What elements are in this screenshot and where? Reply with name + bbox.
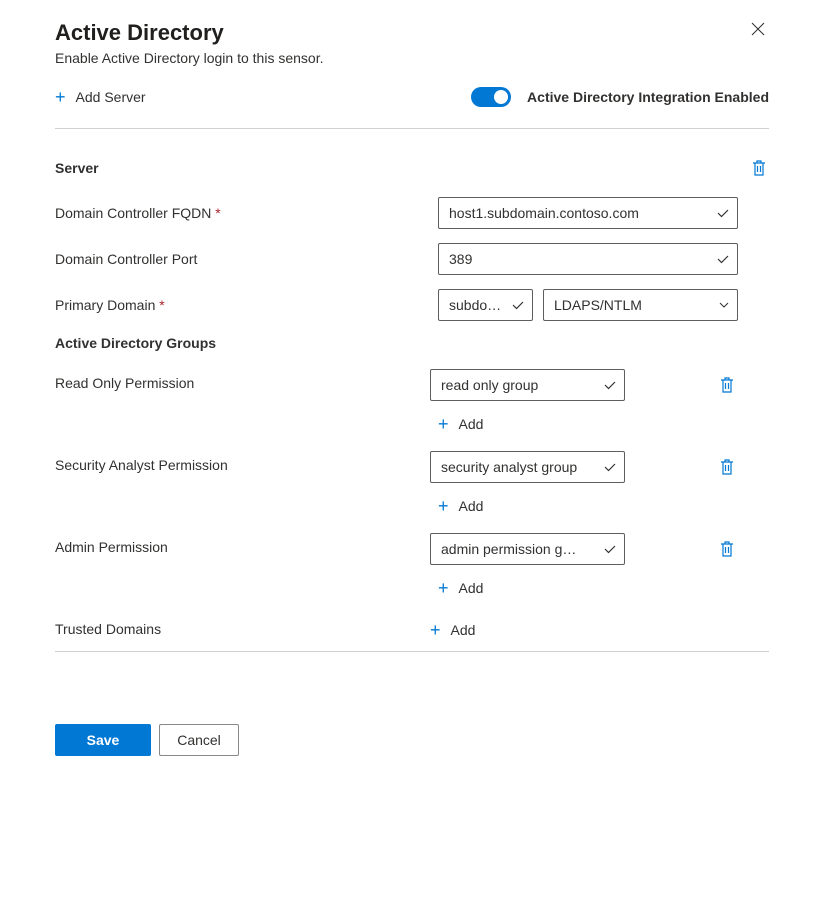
admin-group-value: admin permission g… <box>441 541 576 557</box>
plus-icon: + <box>438 497 449 515</box>
delete-read-only-group-button[interactable] <box>717 374 737 396</box>
delete-admin-group-button[interactable] <box>717 538 737 560</box>
plus-icon: + <box>430 621 441 639</box>
server-section-title: Server <box>55 160 99 176</box>
integration-toggle-label: Active Directory Integration Enabled <box>527 89 769 105</box>
analyst-group-input[interactable]: security analyst group <box>430 451 625 483</box>
trash-icon <box>719 376 735 394</box>
close-button[interactable] <box>747 18 769 45</box>
add-server-label: Add Server <box>76 89 146 105</box>
add-label: Add <box>459 580 484 596</box>
port-input[interactable]: 389 <box>438 243 738 275</box>
primary-domain-label: Primary Domain <box>55 297 430 313</box>
fqdn-value: host1.subdomain.contoso.com <box>449 205 639 221</box>
auth-value: LDAPS/NTLM <box>554 297 642 313</box>
plus-icon: + <box>55 88 66 106</box>
analyst-group-value: security analyst group <box>441 459 577 475</box>
read-only-label: Read Only Permission <box>55 369 430 391</box>
read-only-group-value: read only group <box>441 377 538 393</box>
fqdn-label: Domain Controller FQDN <box>55 205 430 221</box>
trash-icon <box>719 458 735 476</box>
add-trusted-domain-button[interactable]: + Add <box>430 615 475 645</box>
integration-toggle[interactable] <box>471 87 511 107</box>
toggle-knob <box>494 90 508 104</box>
trash-icon <box>719 540 735 558</box>
add-server-button[interactable]: + Add Server <box>55 84 146 110</box>
close-icon <box>751 23 765 40</box>
trusted-domains-label: Trusted Domains <box>55 615 430 637</box>
plus-icon: + <box>438 579 449 597</box>
delete-analyst-group-button[interactable] <box>717 456 737 478</box>
read-only-group-input[interactable]: read only group <box>430 369 625 401</box>
plus-icon: + <box>438 415 449 433</box>
divider <box>55 651 769 652</box>
auth-select[interactable]: LDAPS/NTLM <box>543 289 738 321</box>
add-label: Add <box>459 498 484 514</box>
add-label: Add <box>451 622 476 638</box>
add-read-only-group-button[interactable]: + Add <box>438 407 483 451</box>
port-value: 389 <box>449 251 472 267</box>
groups-heading: Active Directory Groups <box>55 335 769 351</box>
admin-group-input[interactable]: admin permission g… <box>430 533 625 565</box>
primary-domain-value: subdo… <box>449 297 501 313</box>
add-admin-group-button[interactable]: + Add <box>438 571 483 615</box>
page-title: Active Directory <box>55 20 224 46</box>
delete-server-button[interactable] <box>749 157 769 179</box>
trash-icon <box>751 159 767 177</box>
fqdn-input[interactable]: host1.subdomain.contoso.com <box>438 197 738 229</box>
add-label: Add <box>459 416 484 432</box>
add-analyst-group-button[interactable]: + Add <box>438 489 483 533</box>
analyst-label: Security Analyst Permission <box>55 451 430 473</box>
primary-domain-input[interactable]: subdo… <box>438 289 533 321</box>
page-subtitle: Enable Active Directory login to this se… <box>55 50 769 66</box>
admin-label: Admin Permission <box>55 533 430 555</box>
cancel-button[interactable]: Cancel <box>159 724 239 756</box>
save-button[interactable]: Save <box>55 724 151 756</box>
port-label: Domain Controller Port <box>55 251 430 267</box>
